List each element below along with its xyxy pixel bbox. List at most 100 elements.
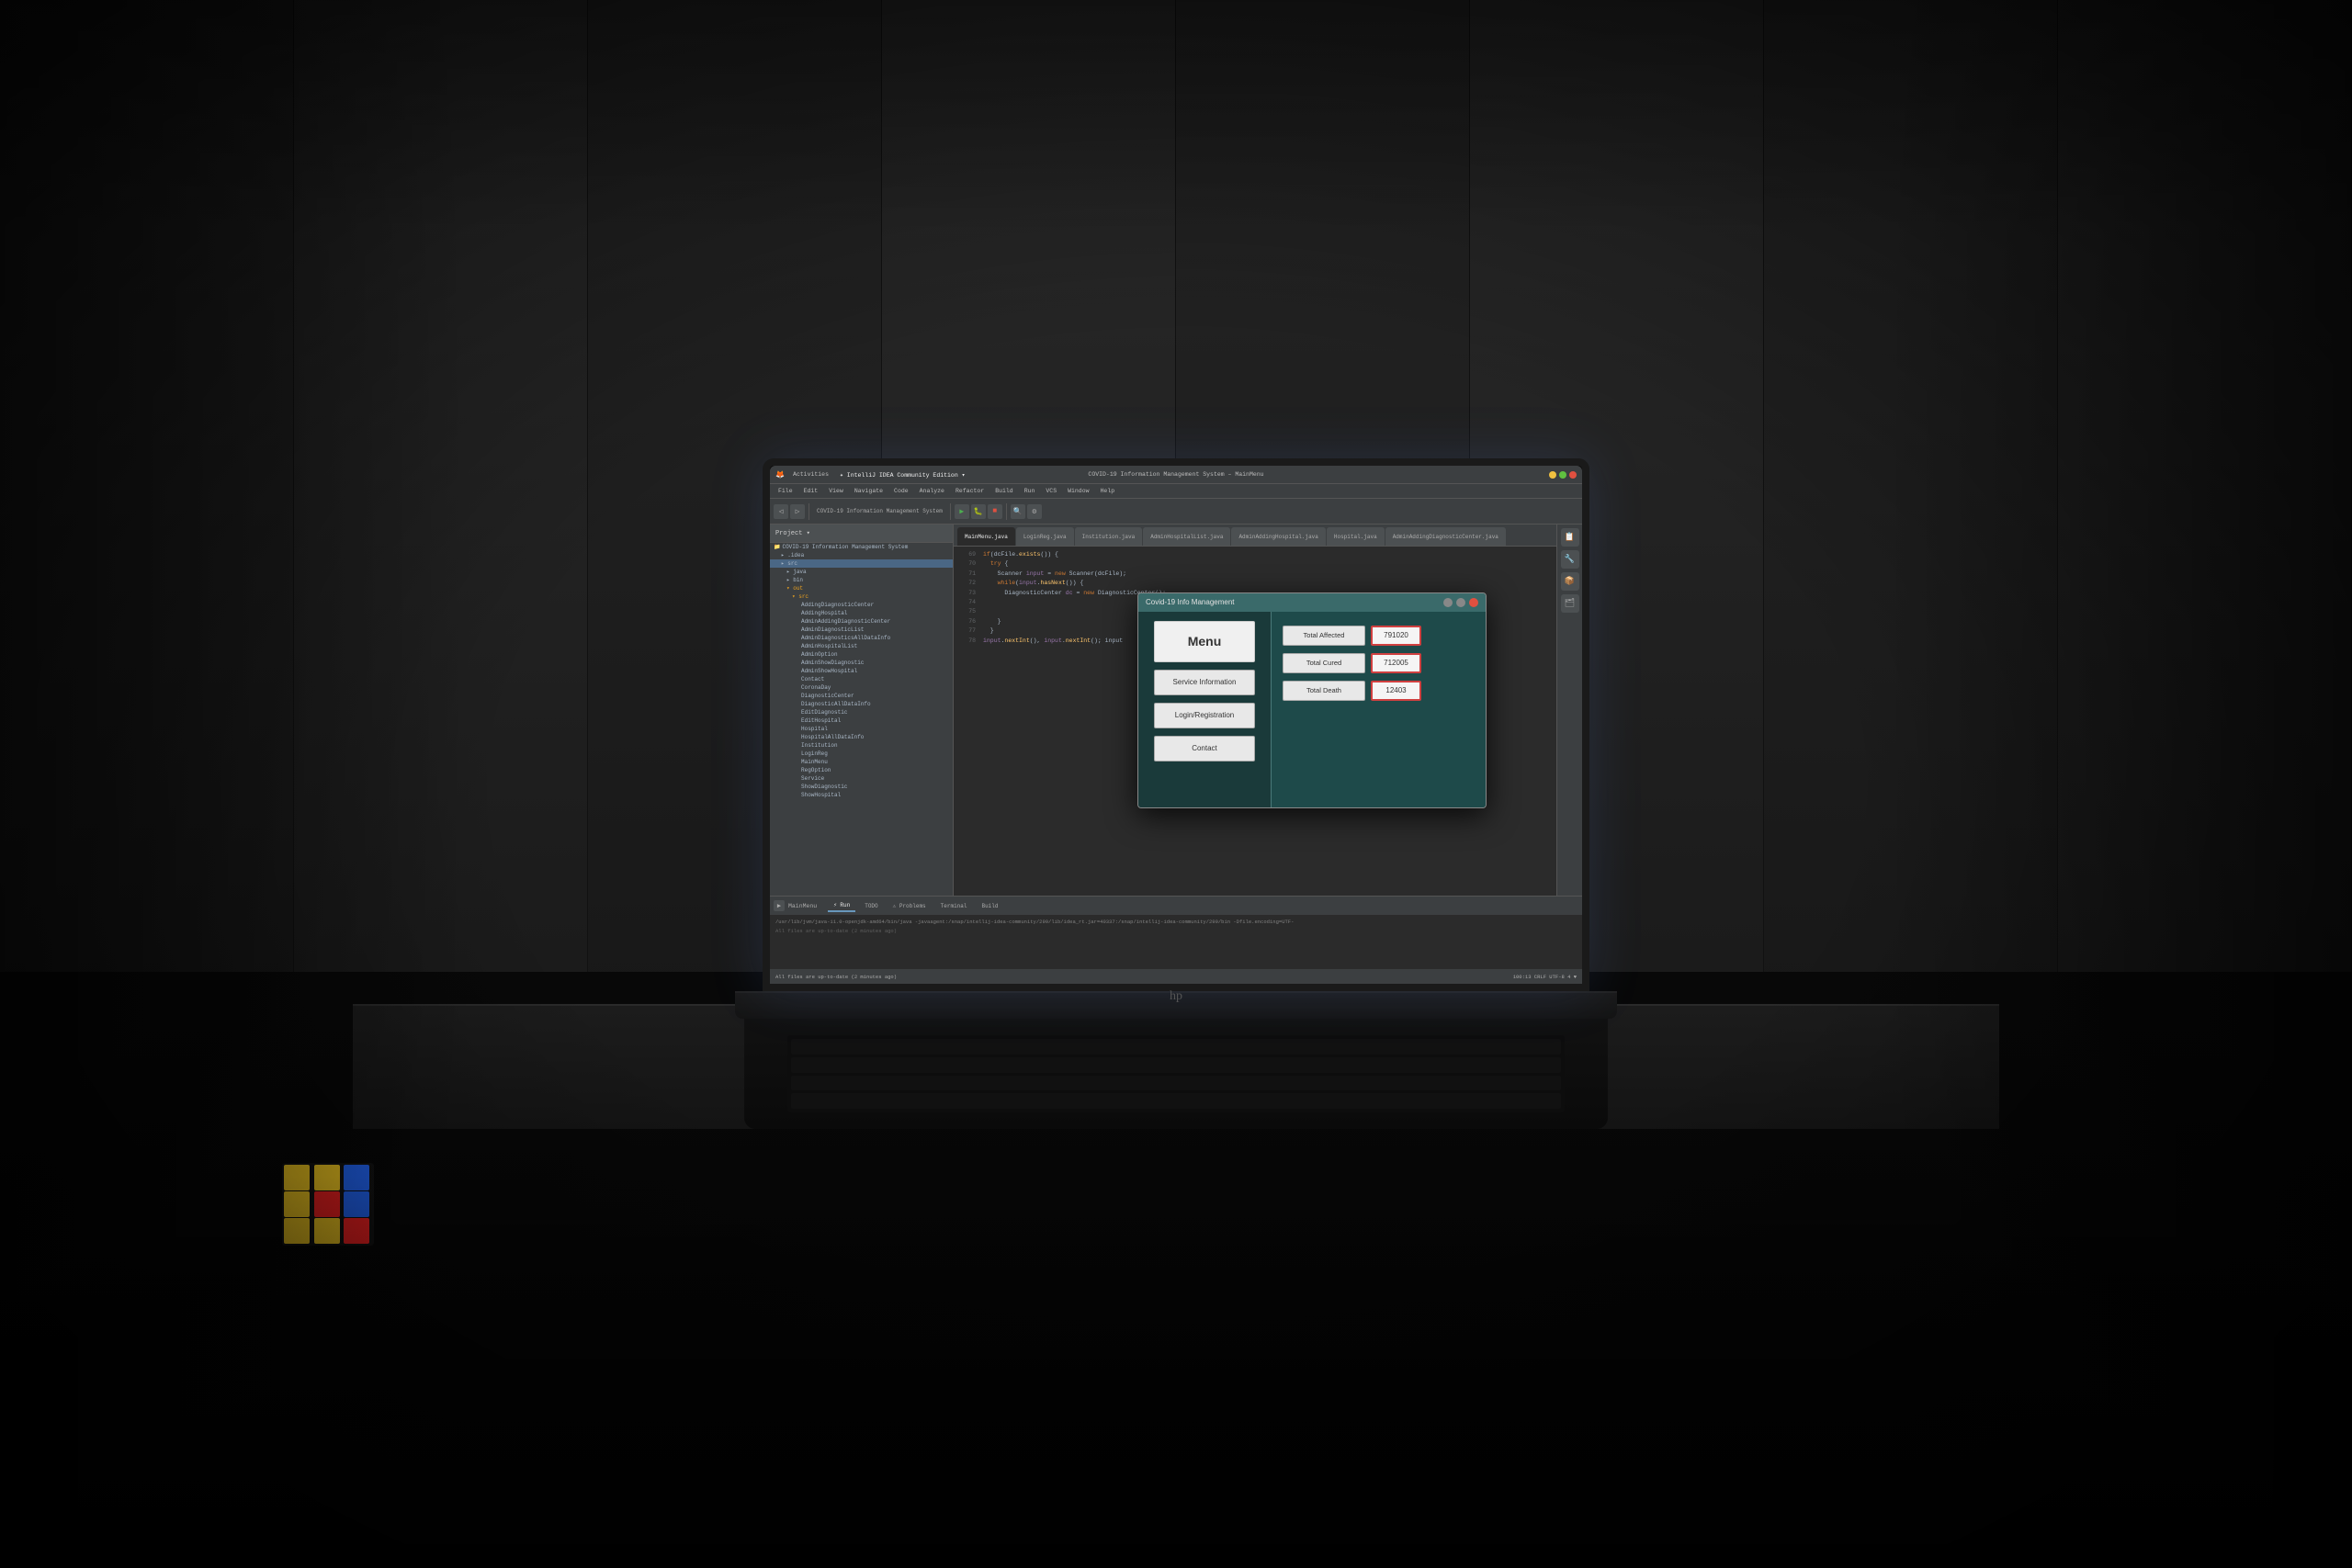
- tree-item-DiagnosticCenter[interactable]: DiagnosticCenter: [770, 692, 953, 700]
- toolbar-forward[interactable]: ▷: [790, 504, 805, 519]
- bottom-tab-terminal[interactable]: Terminal: [935, 901, 973, 911]
- toolbar-settings[interactable]: ⚙: [1027, 504, 1042, 519]
- covid-service-info-btn[interactable]: Service Information: [1154, 670, 1255, 695]
- tree-item-HospitalAllDataInfo[interactable]: HospitalAllDataInfo: [770, 733, 953, 741]
- run-command-line: /usr/lib/jvm/java-11.0-openjdk-amd64/bin…: [775, 919, 1577, 925]
- close-button[interactable]: [1569, 471, 1577, 479]
- total-affected-value: 791020: [1371, 626, 1421, 646]
- menu-activities[interactable]: Activities: [790, 469, 831, 479]
- menu-file[interactable]: File: [775, 486, 796, 496]
- code-editor-area[interactable]: 69 if(dcFile.exists()) { 70 try { 71 Sca…: [954, 547, 1556, 896]
- tree-item-ShowDiagnostic[interactable]: ShowDiagnostic: [770, 783, 953, 791]
- menu-refactor[interactable]: Refactor: [953, 486, 987, 496]
- bottom-tab-build[interactable]: Build: [976, 901, 1003, 911]
- tab-adminadding[interactable]: AdminAddingHospital.java: [1231, 527, 1325, 546]
- tree-item-project[interactable]: 📁 COVID-19 Information Management System: [770, 543, 953, 551]
- tab-institution[interactable]: Institution.java: [1075, 527, 1143, 546]
- menu-run[interactable]: Run: [1022, 486, 1038, 496]
- tree-item-AdminShowHospital[interactable]: AdminShowHospital: [770, 667, 953, 675]
- right-sidebar-btn2[interactable]: 🔧: [1561, 550, 1579, 569]
- sidebar-title: Project ▾: [775, 529, 810, 537]
- ide-editor: MainMenu.java LoginReg.java Institution.…: [954, 525, 1556, 896]
- statusbar-left: All files are up-to-date (2 minutes ago): [775, 974, 897, 980]
- right-sidebar-btn3[interactable]: 📦: [1561, 572, 1579, 591]
- tree-item-Service[interactable]: Service: [770, 774, 953, 783]
- tab-hospital[interactable]: Hospital.java: [1327, 527, 1385, 546]
- toolbar-debug[interactable]: 🐛: [971, 504, 986, 519]
- tree-item-AdminShowDiagnostic[interactable]: AdminShowDiagnostic: [770, 659, 953, 667]
- tree-item-AddingHospital[interactable]: AddingHospital: [770, 609, 953, 617]
- covid-login-reg-btn[interactable]: Login/Registration: [1154, 703, 1255, 728]
- tree-item-AdminOption[interactable]: AdminOption: [770, 650, 953, 659]
- covid-close-btn[interactable]: [1469, 598, 1478, 607]
- menu-intellij[interactable]: ✦ IntelliJ IDEA Community Edition ▾: [837, 469, 968, 480]
- laptop-container: 🦊 Activities ✦ IntelliJ IDEA Community E…: [671, 458, 1681, 1129]
- tree-item-AddingDiagnosticCenter[interactable]: AddingDiagnosticCenter: [770, 601, 953, 609]
- covid-maximize-btn[interactable]: [1456, 598, 1465, 607]
- menu-view[interactable]: View: [826, 486, 846, 496]
- tab-adminhospital[interactable]: AdminHospitalList.java: [1143, 527, 1230, 546]
- tree-item-bin[interactable]: ▸ bin: [770, 576, 953, 584]
- tree-item-RegOption[interactable]: RegOption: [770, 766, 953, 774]
- tree-item-Contact[interactable]: Contact: [770, 675, 953, 683]
- total-death-value: 12403: [1371, 681, 1421, 701]
- menu-window[interactable]: Window: [1065, 486, 1091, 496]
- covid-menu-panel: Menu Service Information Login/Registrat…: [1138, 612, 1272, 807]
- menu-help[interactable]: Help: [1098, 486, 1118, 496]
- tree-item-Hospital[interactable]: Hospital: [770, 725, 953, 733]
- covid-app-window: Covid-19 Info Management: [1137, 592, 1487, 808]
- menu-build[interactable]: Build: [992, 486, 1016, 496]
- right-sidebar-btn4[interactable]: 🗂: [1561, 594, 1579, 613]
- toolbar-stop[interactable]: ■: [988, 504, 1002, 519]
- ide-bottom-panel: ▶ MainMenu ⚡ Run TODO ⚠ Problems Termina…: [770, 896, 1582, 969]
- tab-loginreg[interactable]: LoginReg.java: [1016, 527, 1074, 546]
- menu-navigate[interactable]: Navigate: [852, 486, 886, 496]
- stat-row-death: Total Death 12403: [1283, 681, 1475, 701]
- bottom-tab-todo[interactable]: TODO: [859, 901, 883, 911]
- toolbar-sep2: [950, 503, 951, 520]
- toolbar-search[interactable]: 🔍: [1011, 504, 1025, 519]
- project-name-label: COVID-19 Information Management System: [813, 508, 946, 514]
- right-sidebar-btn1[interactable]: 📋: [1561, 528, 1579, 547]
- tree-item-java[interactable]: ▸ java: [770, 568, 953, 576]
- tree-item-out[interactable]: ▾ out: [770, 584, 953, 592]
- tab-admindiag[interactable]: AdminAddingDiagnosticCenter.java: [1385, 527, 1506, 546]
- tree-item-CoronaDay[interactable]: CoronaDay: [770, 683, 953, 692]
- tree-item-src2[interactable]: ▾ src: [770, 592, 953, 601]
- run-config-icon[interactable]: ▶: [774, 900, 785, 911]
- tree-item-idea[interactable]: ▸ .idea: [770, 551, 953, 559]
- statusbar-right: 100:13 CRLF UTF-8 4 ♥: [1513, 974, 1577, 980]
- tree-item-LoginReg[interactable]: LoginReg: [770, 750, 953, 758]
- menu-vcs[interactable]: VCS: [1043, 486, 1059, 496]
- maximize-button[interactable]: [1559, 471, 1566, 479]
- tab-mainmenu[interactable]: MainMenu.java: [957, 527, 1015, 546]
- tree-item-MainMenu[interactable]: MainMenu: [770, 758, 953, 766]
- tree-item-AdminDiagnosticsInfo[interactable]: AdminDiagnosticsAllDataInfo: [770, 634, 953, 642]
- tab-institution-label: Institution.java: [1082, 534, 1136, 540]
- tree-item-AdminHospitalList[interactable]: AdminHospitalList: [770, 642, 953, 650]
- bottom-tab-run[interactable]: ⚡ Run: [828, 900, 855, 912]
- tab-mainmenu-label: MainMenu.java: [965, 534, 1008, 540]
- menu-edit[interactable]: Edit: [801, 486, 821, 496]
- total-cured-label: Total Cured: [1283, 653, 1365, 673]
- covid-contact-btn[interactable]: Contact: [1154, 736, 1255, 761]
- tree-item-EditHospital[interactable]: EditHospital: [770, 716, 953, 725]
- toolbar-back[interactable]: ◁: [774, 504, 788, 519]
- menu-code[interactable]: Code: [891, 486, 911, 496]
- tree-item-AdminAddingDiagCenter[interactable]: AdminAddingDiagnosticCenter: [770, 617, 953, 626]
- tree-item-DiagnosticAllDataInfo[interactable]: DiagnosticAllDataInfo: [770, 700, 953, 708]
- bottom-tab-problems[interactable]: ⚠ Problems: [888, 901, 932, 911]
- bottom-tab-bar: ▶ MainMenu ⚡ Run TODO ⚠ Problems Termina…: [770, 897, 1582, 915]
- tree-item-EditDiagnostic[interactable]: EditDiagnostic: [770, 708, 953, 716]
- minimize-button[interactable]: [1549, 471, 1556, 479]
- covid-minimize-btn[interactable]: [1443, 598, 1453, 607]
- tree-item-AdminDiagnosticList[interactable]: AdminDiagnosticList: [770, 626, 953, 634]
- browser-icon: 🦊: [775, 470, 785, 479]
- toolbar-run[interactable]: ▶: [955, 504, 969, 519]
- menu-analyze[interactable]: Analyze: [917, 486, 947, 496]
- tree-item-src[interactable]: ▸ src: [770, 559, 953, 568]
- tree-item-ShowHospital[interactable]: ShowHospital: [770, 791, 953, 799]
- hp-logo: hp: [1170, 989, 1182, 1004]
- tree-item-Institution[interactable]: Institution: [770, 741, 953, 750]
- stat-row-cured: Total Cured 712005: [1283, 653, 1475, 673]
